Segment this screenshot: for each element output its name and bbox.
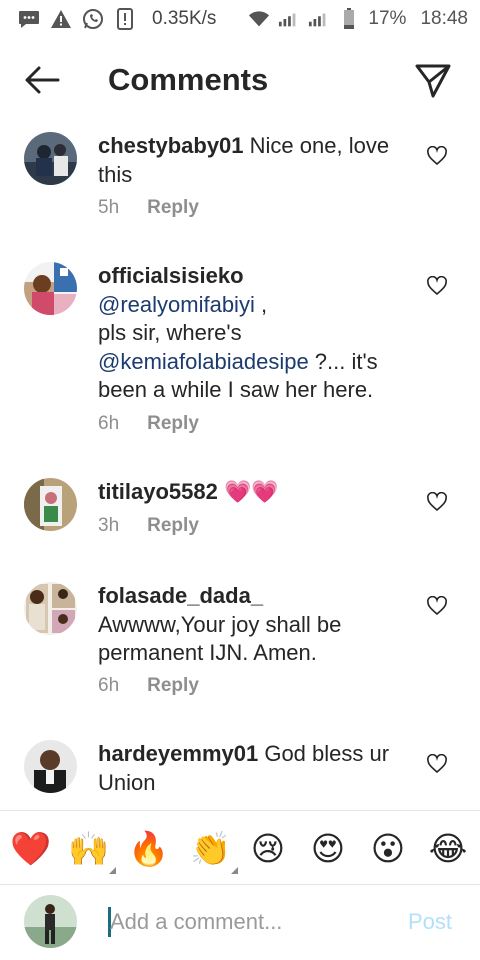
comment-time: 6h: [98, 413, 120, 434]
clock: 18:48: [420, 8, 468, 29]
comments-list[interactable]: chestybaby01 Nice one, love this 5h Repl…: [0, 120, 480, 808]
battery-level: 17%: [368, 8, 407, 29]
heart-icon[interactable]: [426, 145, 448, 166]
skin-tone-indicator: [231, 867, 238, 874]
comment-text: titilayo5582 💗💗: [98, 479, 279, 504]
signal-icon: [308, 8, 330, 30]
username[interactable]: chestybaby01: [98, 133, 244, 158]
post-button[interactable]: Post: [408, 909, 452, 935]
username[interactable]: officialsisieko: [98, 263, 244, 288]
status-bar: 0.35K/s 17% 18:48: [0, 0, 480, 38]
emoji-fire-button[interactable]: 🔥: [128, 829, 169, 869]
username[interactable]: folasade_dada_: [98, 583, 263, 608]
page-title: Comments: [108, 62, 269, 97]
username[interactable]: titilayo5582: [98, 479, 218, 504]
heart-icon[interactable]: [426, 491, 448, 512]
skin-tone-indicator: [109, 867, 116, 874]
emoji-heart-eyes-button[interactable]: 😍: [308, 829, 348, 869]
avatar[interactable]: [24, 262, 77, 315]
avatar[interactable]: [24, 740, 77, 793]
comment-composer: Post: [0, 884, 480, 960]
wifi-icon: [248, 8, 270, 30]
emoji-heart-button[interactable]: ❤️: [10, 829, 51, 869]
heart-icon[interactable]: [426, 595, 448, 616]
emoji-laughing-button[interactable]: 😂: [428, 829, 468, 869]
heart-icon[interactable]: [426, 275, 448, 296]
comment-time: 5h: [98, 197, 120, 218]
emoji-crying-button[interactable]: 😢: [248, 829, 288, 869]
messages-icon: [18, 8, 40, 30]
arrow-left-icon[interactable]: [22, 64, 62, 96]
reply-button[interactable]: Reply: [147, 675, 199, 697]
paper-plane-icon[interactable]: [412, 60, 452, 100]
heart-icon[interactable]: [426, 753, 448, 774]
comment-meta: 5h Reply: [98, 197, 199, 219]
comment-text: chestybaby01 Nice one, love this: [98, 133, 390, 187]
username[interactable]: hardeyemmy01: [98, 741, 258, 766]
avatar[interactable]: [24, 478, 77, 531]
comment-meta: 3h Reply: [98, 515, 199, 537]
emoji-surprised-button[interactable]: 😮: [368, 829, 408, 869]
mention-link[interactable]: @realyomifabiyi: [98, 292, 255, 317]
comment-text: officialsisieko @realyomifabiyi , pls si…: [98, 263, 378, 402]
whatsapp-icon: [82, 8, 104, 30]
comment-time: 6h: [98, 675, 120, 696]
signal-icon: [278, 8, 300, 30]
comment-text: folasade_dada_ Awwww,Your joy shall be p…: [98, 583, 342, 665]
comment-input[interactable]: [110, 905, 390, 939]
avatar[interactable]: [24, 582, 77, 635]
network-speed: 0.35K/s: [152, 8, 217, 29]
mention-link[interactable]: @kemiafolabiadesipe: [98, 349, 309, 374]
comment-meta: 6h Reply: [98, 413, 199, 435]
avatar: [24, 895, 77, 948]
emoji-clap-button[interactable]: 👏: [190, 829, 231, 869]
comment-time: 3h: [98, 515, 120, 536]
warning-icon: [50, 8, 72, 30]
reply-button[interactable]: Reply: [147, 413, 199, 435]
comment-meta: 6h Reply: [98, 675, 199, 697]
reply-button[interactable]: Reply: [147, 197, 199, 219]
battery-icon: [338, 8, 360, 30]
emoji-raised-hands-button[interactable]: 🙌: [68, 829, 109, 869]
emoji-quick-bar: ❤️ 🙌 🔥 👏 😢 😍 😮 😂: [0, 810, 480, 884]
reply-button[interactable]: Reply: [147, 515, 199, 537]
header: Comments: [0, 50, 480, 110]
comment-text: hardeyemmy01 God bless ur Union: [98, 741, 390, 795]
notification-icon: [114, 8, 136, 30]
avatar[interactable]: [24, 132, 77, 185]
